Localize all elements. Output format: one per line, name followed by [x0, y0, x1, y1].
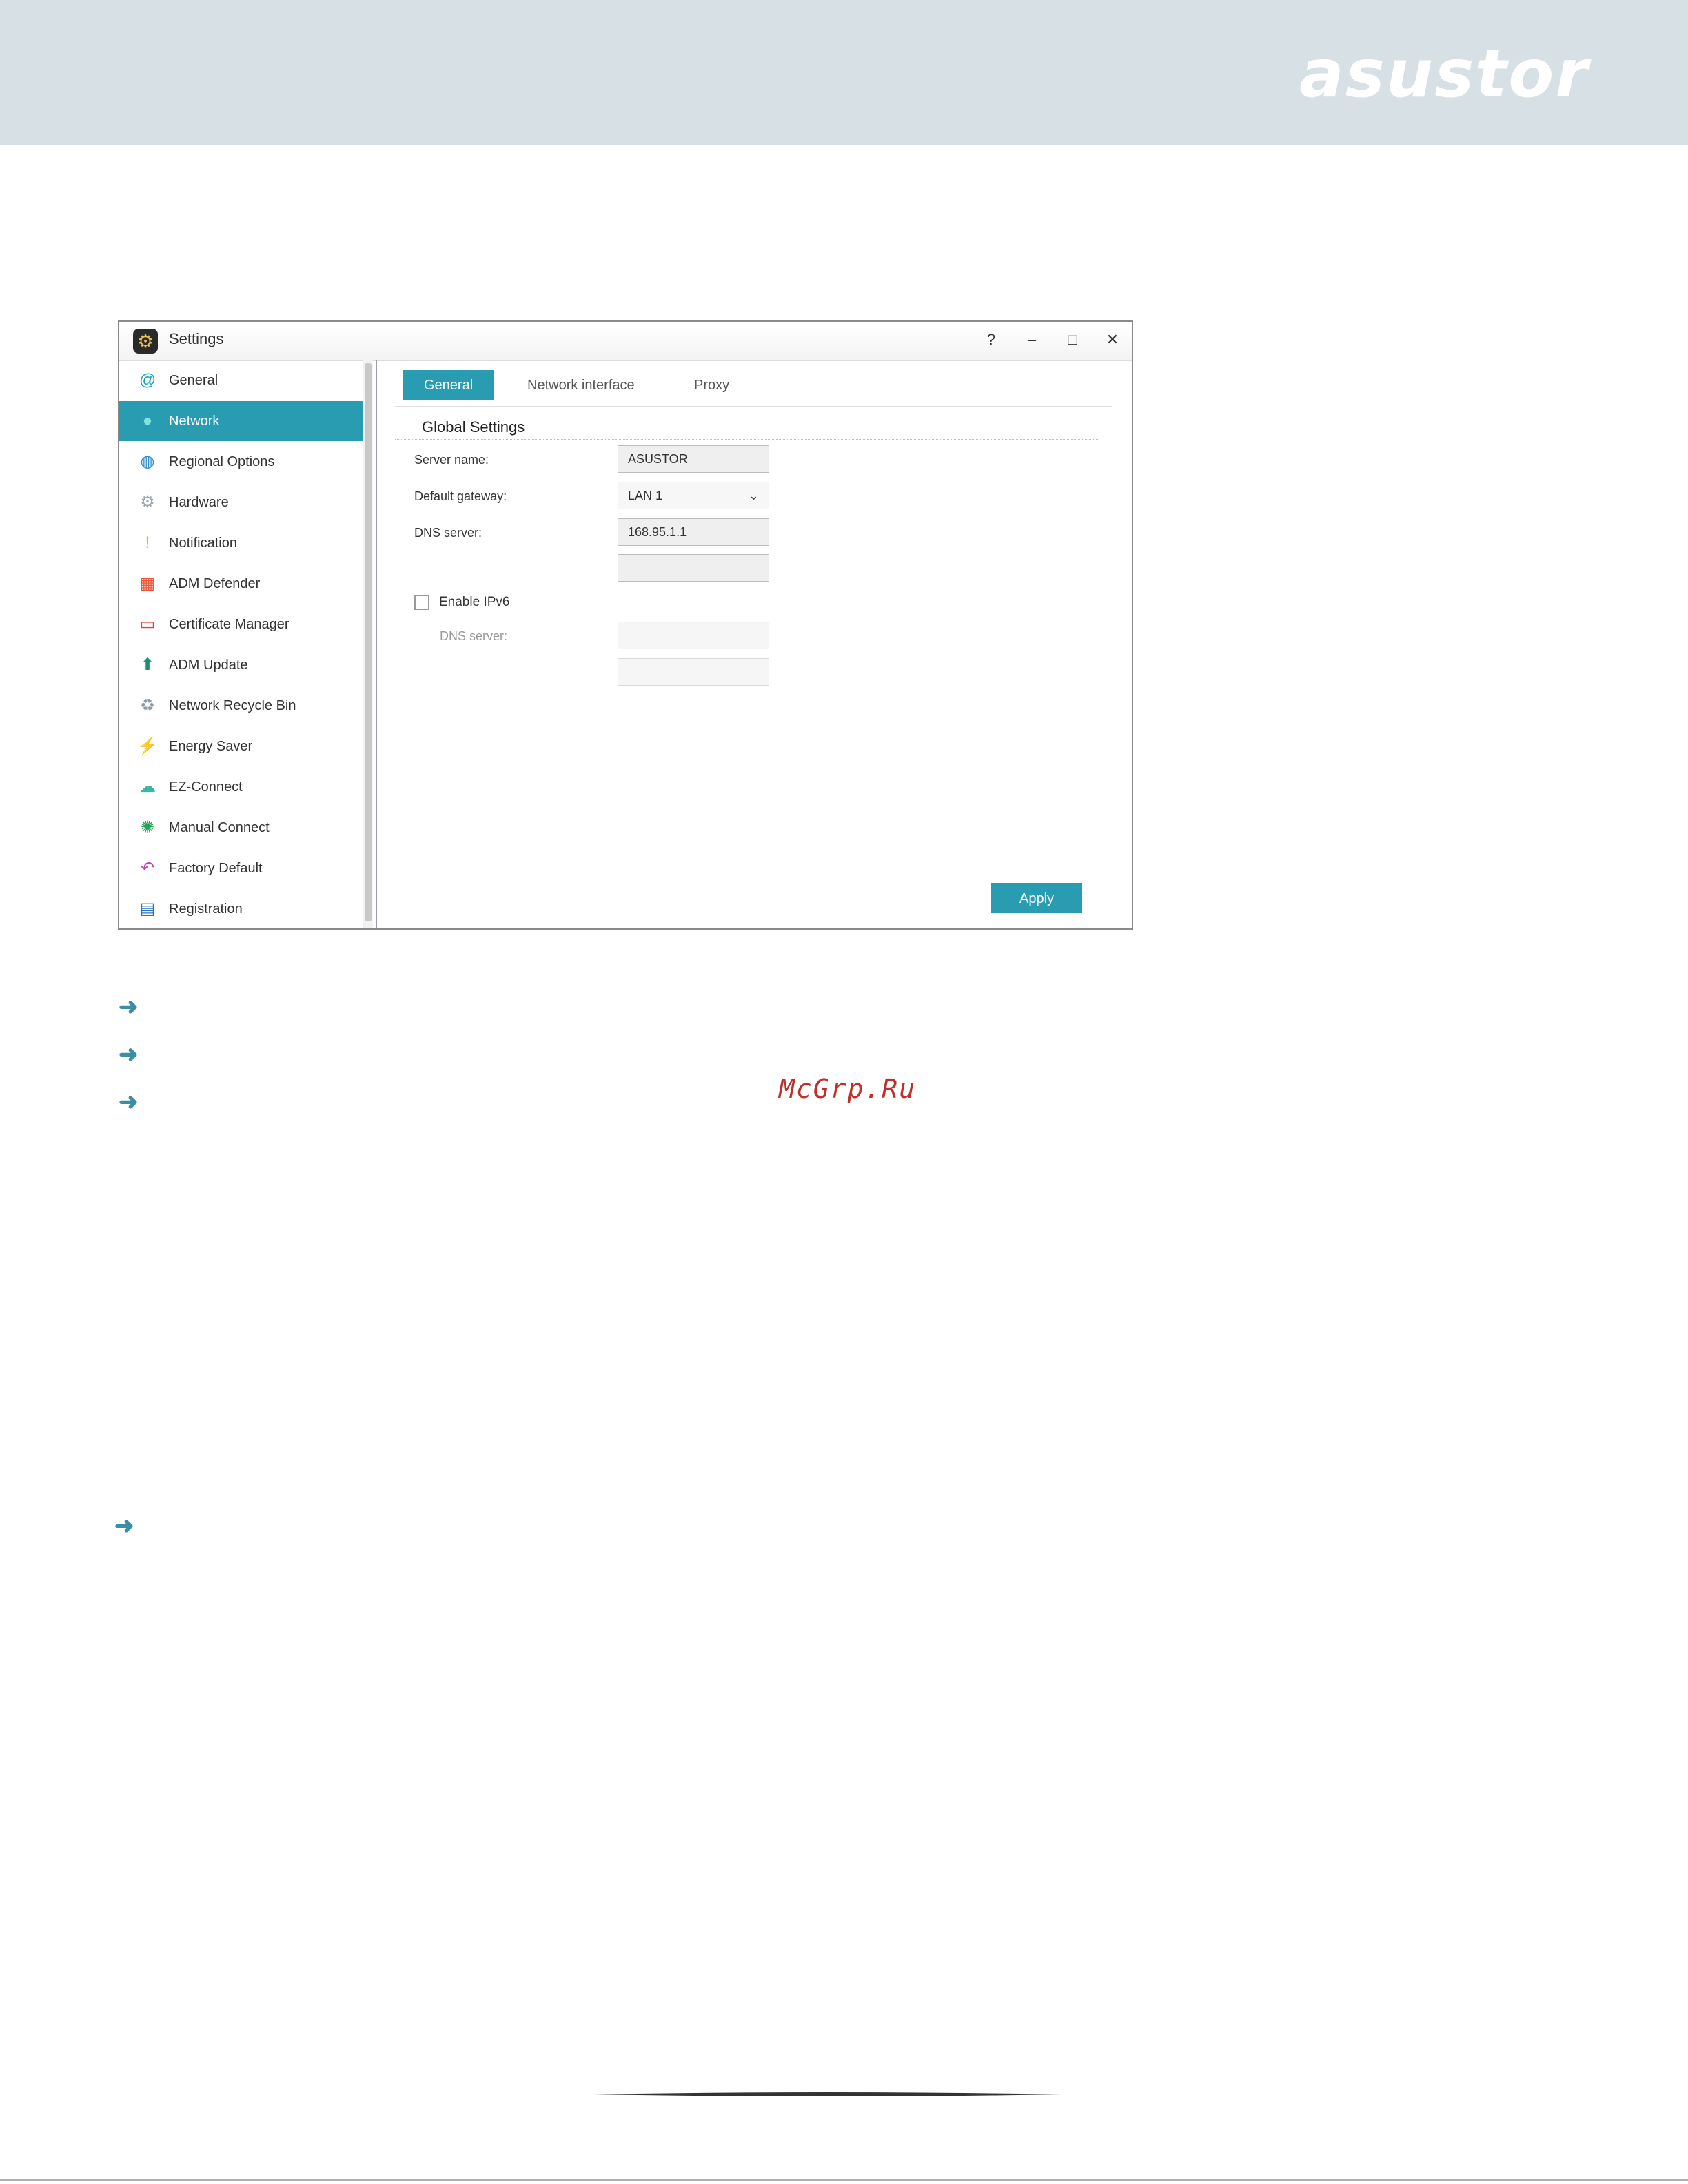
sidebar-item-adm-defender[interactable]: ▦ ADM Defender — [119, 564, 363, 604]
window-titlebar: ⚙ Settings ? – □ ✕ — [119, 322, 1132, 361]
cloud-icon: ☁ — [139, 777, 156, 796]
connect-icon: ✺ — [140, 818, 155, 837]
ipv6-dns-primary-input[interactable] — [618, 622, 769, 649]
settings-gear-icon: ⚙ — [133, 329, 158, 354]
panel-divider — [376, 360, 377, 928]
energy-icon: ⚡ — [137, 737, 158, 755]
dns-server-label: DNS server: — [414, 526, 482, 540]
settings-sidebar: @ General ● Network ◍ Regional Options ⚙ Hardwa… — [119, 360, 363, 928]
update-icon: ⬆ — [140, 655, 155, 674]
sidebar-item-general[interactable]: @ General — [119, 360, 363, 400]
close-icon[interactable]: ✕ — [1099, 327, 1126, 352]
sidebar-item-adm-update[interactable]: ⬆ ADM Update — [119, 645, 363, 685]
sidebar-item-label: ADM Defender — [169, 575, 261, 591]
tab-proxy[interactable]: Proxy — [694, 370, 729, 400]
registration-icon: ▤ — [139, 899, 156, 918]
arrow-bullet-icon: ➜ — [114, 1513, 134, 1539]
sidebar-item-network-recycle-bin[interactable]: ♻ Network Recycle Bin — [119, 686, 363, 726]
sidebar-item-regional-options[interactable]: ◍ Regional Options — [119, 442, 363, 482]
minimize-icon[interactable]: – — [1018, 327, 1046, 352]
maximize-icon[interactable]: □ — [1059, 327, 1086, 352]
sidebar-item-label: Manual Connect — [169, 819, 270, 835]
section-title: Global Settings — [422, 418, 525, 436]
notification-icon: ! — [145, 533, 150, 552]
sidebar-item-label: EZ-Connect — [169, 779, 243, 795]
gateway-label: Default gateway: — [414, 489, 507, 503]
footer-ornament — [593, 2092, 1061, 2096]
reset-icon: ↶ — [140, 859, 155, 877]
sidebar-item-label: Registration — [169, 901, 243, 917]
sidebar-item-label: Notification — [169, 535, 237, 551]
apply-button[interactable]: Apply — [991, 883, 1082, 913]
footer-rule — [0, 2179, 1688, 2181]
sidebar-scroll-thumb[interactable] — [365, 363, 372, 921]
enable-ipv6-label: Enable IPv6 — [439, 595, 510, 609]
sidebar-item-factory-default[interactable]: ↶ Factory Default — [119, 848, 363, 888]
enable-ipv6-checkbox[interactable] — [414, 595, 429, 610]
watermark-text: McGrp.Ru — [779, 1074, 917, 1104]
sidebar-item-label: General — [169, 372, 218, 388]
gateway-select[interactable]: LAN 1 ⌄ — [618, 482, 769, 509]
sidebar-item-label: Network Recycle Bin — [169, 697, 296, 713]
globe-icon: ◍ — [140, 452, 155, 471]
network-icon: ● — [142, 411, 153, 430]
sidebar-item-label: Hardware — [169, 494, 229, 510]
section-divider — [395, 439, 1098, 440]
asustor-logo: asustor — [1299, 35, 1589, 112]
sidebar-item-energy-saver[interactable]: ⚡ Energy Saver — [119, 726, 363, 766]
recycle-bin-icon: ♻ — [140, 696, 155, 715]
dns-primary-input[interactable]: 168.95.1.1 — [618, 518, 769, 546]
chevron-down-icon: ⌄ — [748, 489, 759, 502]
dns-secondary-input[interactable] — [618, 554, 769, 582]
arrow-bullet-icon: ➜ — [119, 1041, 139, 1068]
general-icon: @ — [139, 371, 156, 389]
certificate-icon: ▭ — [139, 615, 156, 633]
sidebar-item-label: Certificate Manager — [169, 616, 289, 632]
sidebar-item-registration[interactable]: ▤ Registration — [119, 889, 363, 929]
help-icon[interactable]: ? — [977, 327, 1005, 352]
sidebar-item-label: Network — [169, 413, 220, 429]
hardware-icon: ⚙ — [140, 493, 155, 511]
settings-window: ⚙ Settings ? – □ ✕ @ General ● Network ◍ Regi… — [118, 320, 1133, 930]
tab-network-interface[interactable]: Network interface — [527, 370, 635, 400]
sidebar-item-label: Regional Options — [169, 453, 275, 469]
sidebar-item-hardware[interactable]: ⚙ Hardware — [119, 482, 363, 522]
sidebar-item-ez-connect[interactable]: ☁ EZ-Connect — [119, 767, 363, 807]
ipv6-dns-label: DNS server: — [440, 629, 508, 643]
sidebar-item-certificate-manager[interactable]: ▭ Certificate Manager — [119, 604, 363, 644]
arrow-bullet-icon: ➜ — [119, 994, 139, 1020]
tab-underline — [395, 406, 1112, 407]
sidebar-item-label: Energy Saver — [169, 738, 253, 754]
server-name-input[interactable]: ASUSTOR — [618, 445, 769, 473]
gateway-value: LAN 1 — [628, 489, 663, 502]
window-title: Settings — [169, 330, 224, 347]
sidebar-item-notification[interactable]: ! Notification — [119, 523, 363, 563]
sidebar-item-label: Factory Default — [169, 860, 263, 876]
sidebar-item-manual-connect[interactable]: ✺ Manual Connect — [119, 808, 363, 848]
server-name-label: Server name: — [414, 453, 489, 467]
tab-general[interactable]: General — [403, 370, 494, 400]
firewall-icon: ▦ — [139, 574, 156, 593]
sidebar-item-label: ADM Update — [169, 657, 248, 673]
sidebar-item-network[interactable]: ● Network — [119, 401, 363, 441]
ipv6-dns-secondary-input[interactable] — [618, 658, 769, 686]
arrow-bullet-icon: ➜ — [119, 1089, 139, 1115]
